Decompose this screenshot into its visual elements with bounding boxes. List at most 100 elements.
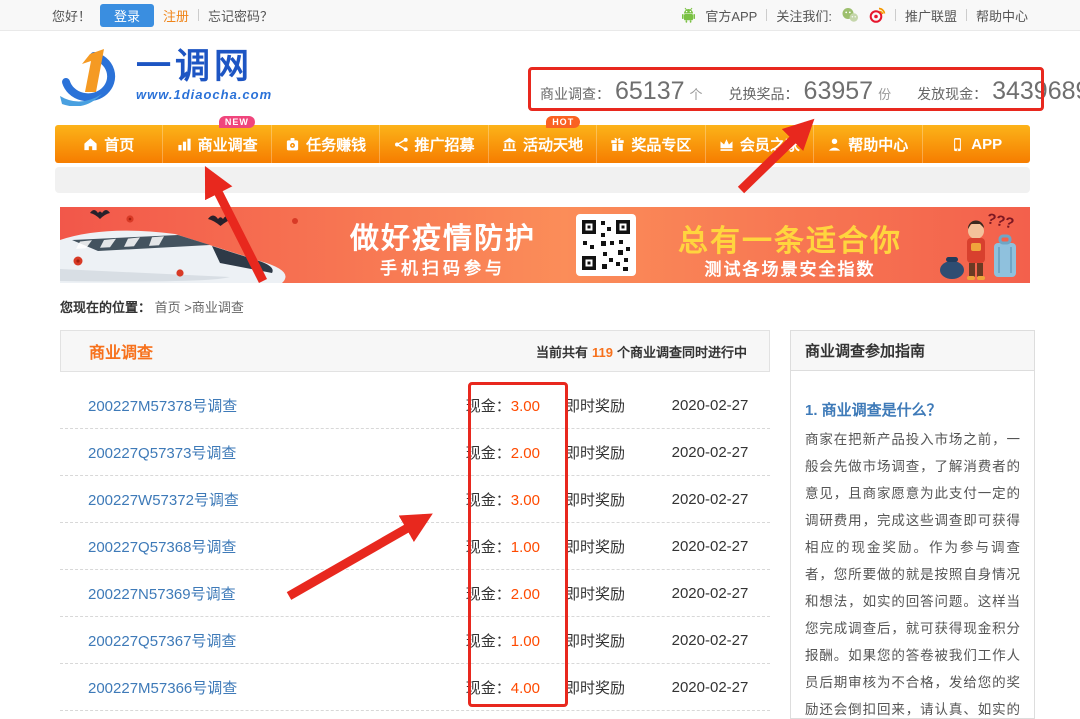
guide-panel: 商业调查参加指南 1. 商业调查是什么？ 商家在把新产品投入市场之前，一般会先做… [790, 330, 1035, 719]
reward-cell: 即时奖励 [540, 395, 650, 416]
main-nav: 首页 商业调查 NEW 任务赚钱 推广招募 活动天地 HOT 奖品专区 会员之家… [55, 125, 1030, 163]
date-cell: 2020-02-27 [650, 491, 770, 508]
survey-row: 200227N57369号调查 现金：2.00 即时奖励 2020-02-27 [60, 570, 770, 617]
date-cell: 2020-02-27 [650, 679, 770, 696]
cash-cell: 现金：1.00 [365, 536, 540, 557]
pavilion-icon [502, 137, 517, 152]
date-cell: 2020-02-27 [650, 632, 770, 649]
banner-headline: 总有一条适合你 [648, 216, 932, 260]
nav-item-help[interactable]: 帮助中心 [813, 125, 921, 163]
survey-row: 200227Q57368号调查 现金：1.00 即时奖励 2020-02-27 [60, 523, 770, 570]
help-center-link[interactable]: 帮助中心 [976, 6, 1028, 25]
train-illustration [60, 207, 310, 283]
site-logo[interactable]: 一调网 www.1diaocha.com [52, 46, 272, 111]
stat-prizes: 兑换奖品： 63957 份 [729, 77, 892, 106]
stat-value: 34396893 [992, 77, 1080, 106]
cash-label: 现金： [466, 398, 511, 415]
reward-cell: 即时奖励 [540, 630, 650, 651]
nav-item-members[interactable]: 会员之家 [705, 125, 813, 163]
survey-list: 200227M57378号调查 现金：3.00 即时奖励 2020-02-27 … [60, 372, 770, 711]
stat-unit: 个 [690, 84, 703, 103]
breadcrumb: 您现在的位置： 首页 >商业调查 [60, 297, 244, 316]
nav-item-app[interactable]: APP [922, 125, 1030, 163]
cash-cell: 现金：3.00 [365, 489, 540, 510]
guide-answer-1: 商家在把新产品投入市场之前，一般会先做市场调查，了解消费者的意见，且商家愿意为此… [805, 426, 1020, 719]
nav-label: 推广招募 [415, 134, 475, 155]
survey-link[interactable]: 200227N57369号调查 [60, 583, 365, 604]
breadcrumb-current[interactable]: 商业调查 [192, 300, 244, 315]
official-app-link[interactable]: 官方APP [705, 6, 757, 25]
logo-mark-icon [52, 46, 130, 111]
secondary-bar [55, 167, 1030, 193]
topbar: 您好！ 登录 注册 忘记密码？ 官方APP 关注我们: 推广联盟 帮助中心 [0, 0, 1080, 31]
promo-alliance-link[interactable]: 推广联盟 [905, 6, 957, 25]
survey-link[interactable]: 200227M57366号调查 [60, 677, 365, 698]
banner-subtitle: 手机扫码参与 [298, 254, 588, 279]
new-badge: NEW [219, 116, 255, 128]
breadcrumb-home-link[interactable]: 首页 [155, 300, 181, 315]
svg-text:???: ??? [985, 210, 1015, 232]
cash-value: 1.00 [511, 633, 540, 650]
cash-cell: 现金：2.00 [365, 442, 540, 463]
count-suffix: 个商业调查同时进行中 [617, 345, 747, 360]
cash-value: 2.00 [511, 445, 540, 462]
site-name: 一调网 [136, 50, 272, 84]
stat-value: 63957 [804, 77, 874, 106]
stat-label: 商业调查： [540, 84, 610, 104]
survey-panel: 商业调查 当前共有119个商业调查同时进行中 200227M57378号调查 现… [60, 330, 770, 711]
divider [766, 9, 767, 21]
reward-cell: 即时奖励 [540, 442, 650, 463]
nav-label: 帮助中心 [848, 134, 908, 155]
guide-question-1[interactable]: 1. 商业调查是什么？ [805, 399, 1020, 420]
nav-label: 奖品专区 [631, 134, 691, 155]
nav-item-home[interactable]: 首页 [55, 125, 162, 163]
breadcrumb-prefix: 您现在的位置： [60, 300, 151, 315]
cash-label: 现金： [466, 586, 511, 603]
person-icon [827, 137, 842, 152]
nav-item-prizes[interactable]: 奖品专区 [596, 125, 704, 163]
survey-link[interactable]: 200227Q57367号调查 [60, 630, 365, 651]
android-icon [681, 7, 696, 23]
survey-link[interactable]: 200227Q57368号调查 [60, 536, 365, 557]
survey-link[interactable]: 200227Q57373号调查 [60, 442, 365, 463]
traveler-illustration: ??? [938, 207, 1030, 283]
survey-link[interactable]: 200227M57378号调查 [60, 395, 365, 416]
cash-label: 现金： [466, 445, 511, 462]
date-cell: 2020-02-27 [650, 585, 770, 602]
nav-item-activities[interactable]: 活动天地 HOT [488, 125, 596, 163]
cash-label: 现金： [466, 492, 511, 509]
cash-label: 现金： [466, 633, 511, 650]
nav-item-promotion[interactable]: 推广招募 [379, 125, 487, 163]
date-cell: 2020-02-27 [650, 444, 770, 461]
survey-link[interactable]: 200227W57372号调查 [60, 489, 365, 510]
wechat-icon[interactable] [841, 7, 859, 23]
home-icon [83, 137, 98, 152]
date-cell: 2020-02-27 [650, 397, 770, 414]
cash-cell: 现金：1.00 [365, 630, 540, 651]
cash-cell: 现金：2.00 [365, 583, 540, 604]
promo-banner[interactable]: 做好疫情防护 手机扫码参与 总有一条适合你 测试各场景安全指数 ??? [60, 207, 1030, 283]
nav-item-tasks[interactable]: 任务赚钱 [271, 125, 379, 163]
money-safe-icon [285, 137, 300, 152]
count-prefix: 当前共有 [536, 345, 588, 360]
stat-label: 发放现金： [917, 84, 987, 104]
cash-value: 4.00 [511, 680, 540, 697]
survey-count: 当前共有119个商业调查同时进行中 [536, 342, 747, 361]
date-cell: 2020-02-27 [650, 538, 770, 555]
login-button[interactable]: 登录 [100, 4, 154, 27]
stat-surveys: 商业调查： 65137 个 [540, 77, 703, 106]
weibo-icon[interactable] [868, 7, 886, 23]
nav-item-business-survey[interactable]: 商业调查 NEW [162, 125, 270, 163]
gift-icon [610, 137, 625, 152]
forgot-password-link[interactable]: 忘记密码？ [208, 6, 273, 25]
nav-label: 活动天地 [523, 134, 583, 155]
follow-us-label: 关注我们: [776, 6, 832, 25]
survey-row: 200227M57366号调查 现金：4.00 即时奖励 2020-02-27 [60, 664, 770, 711]
crown-icon [719, 137, 734, 152]
guide-panel-body: 1. 商业调查是什么？ 商家在把新产品投入市场之前，一般会先做市场调查，了解消费… [791, 371, 1034, 719]
register-link[interactable]: 注册 [163, 6, 189, 25]
cash-value: 3.00 [511, 492, 540, 509]
reward-cell: 即时奖励 [540, 536, 650, 557]
stat-unit: 份 [878, 84, 891, 103]
reward-cell: 即时奖励 [540, 677, 650, 698]
